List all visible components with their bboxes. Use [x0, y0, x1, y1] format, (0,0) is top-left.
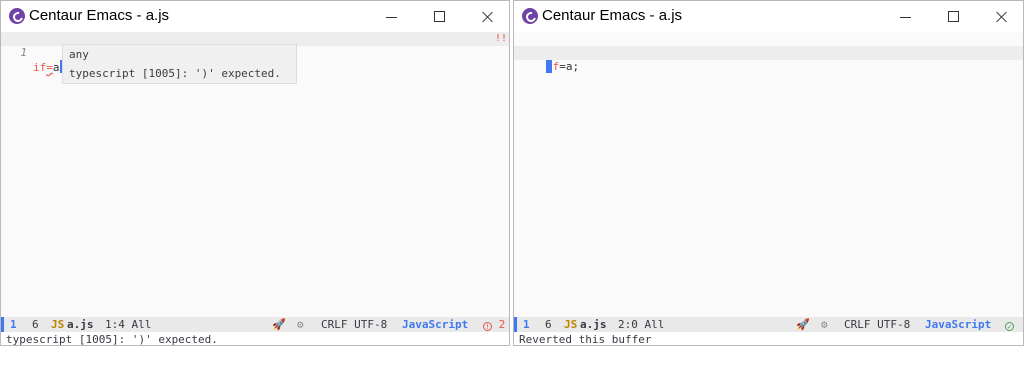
checker-ok-indicator[interactable]: ✓ [1005, 317, 1014, 332]
code-keyword: if [33, 61, 47, 74]
code-identifier: a [52, 61, 60, 74]
emacs-window-right: Centaur Emacs - a.js 1 if=a; 1 6 JS a.js… [513, 0, 1024, 346]
completion-popup: any typescript [1005]: ')' expected. [62, 44, 297, 84]
code-line: 1 if=a; [514, 32, 1023, 73]
window-number: 1 [523, 318, 530, 331]
echo-area: typescript [1005]: ')' expected. [1, 332, 509, 345]
maximize-icon[interactable] [931, 1, 977, 32]
title-bar[interactable]: Centaur Emacs - a.js [1, 1, 509, 32]
emacs-window-left: Centaur Emacs - a.js 1 if=a !! any types… [0, 0, 510, 346]
emacs-app-icon [9, 8, 25, 24]
editor-buffer[interactable]: 1 if=a !! any typescript [1005]: ')' exp… [1, 32, 509, 317]
modeline-count: 6 [545, 318, 552, 331]
close-icon[interactable] [979, 1, 1023, 32]
buffer-name[interactable]: a.js [580, 317, 607, 332]
rocket-icon[interactable]: 🚀 [272, 317, 286, 332]
buffer-name[interactable]: a.js [67, 317, 94, 332]
minimize-icon[interactable] [369, 1, 415, 32]
close-icon[interactable] [465, 1, 509, 32]
error-fringe-icon: !! [494, 33, 507, 44]
rocket-icon[interactable]: 🚀 [796, 317, 810, 332]
modeline-count: 6 [32, 318, 39, 331]
mode-line: 1 6 JS a.js 1:4 All 🚀 ⚙ CRLF UTF-8 JavaS… [1, 317, 509, 332]
window-number: 1 [10, 318, 17, 331]
encoding[interactable]: CRLF UTF-8 [844, 317, 910, 332]
completion-item[interactable]: any [63, 45, 296, 64]
error-count-indicator[interactable]: ! 2 [483, 317, 505, 332]
javascript-file-icon: JS [564, 318, 578, 331]
code-text [546, 60, 552, 75]
error-circle-icon: ! [483, 322, 492, 331]
maximize-icon[interactable] [417, 1, 463, 32]
editor-buffer[interactable]: 1 if=a; [514, 32, 1023, 317]
cursor-position: 2:0 All [618, 318, 665, 331]
major-mode[interactable]: JavaScript [925, 317, 991, 332]
code-text: if=a [33, 60, 66, 75]
encoding[interactable]: CRLF UTF-8 [321, 317, 387, 332]
check-circle-icon: ✓ [1005, 322, 1014, 331]
window-title: Centaur Emacs - a.js [29, 7, 170, 24]
major-mode[interactable]: JavaScript [402, 317, 468, 332]
line-number: 1 [20, 46, 27, 59]
cursor-position: 1:4 All [105, 318, 152, 331]
code-rest: =a; [559, 60, 580, 73]
minimize-icon[interactable] [883, 1, 929, 32]
gear-icon[interactable]: ⚙ [821, 317, 828, 332]
gear-icon[interactable]: ⚙ [297, 317, 304, 332]
emacs-app-icon [522, 8, 538, 24]
echo-area: Reverted this buffer [514, 332, 1023, 345]
window-title: Centaur Emacs - a.js [542, 7, 683, 24]
code-line [514, 46, 1023, 73]
mode-line: 1 6 JS a.js 2:0 All 🚀 ⚙ CRLF UTF-8 JavaS… [514, 317, 1023, 332]
javascript-file-icon: JS [51, 318, 65, 331]
code-error-token: = [46, 61, 53, 74]
text-cursor [546, 60, 552, 73]
completion-item[interactable]: typescript [1005]: ')' expected. [63, 64, 296, 83]
error-count: 2 [498, 318, 506, 331]
title-bar[interactable]: Centaur Emacs - a.js [514, 1, 1023, 32]
